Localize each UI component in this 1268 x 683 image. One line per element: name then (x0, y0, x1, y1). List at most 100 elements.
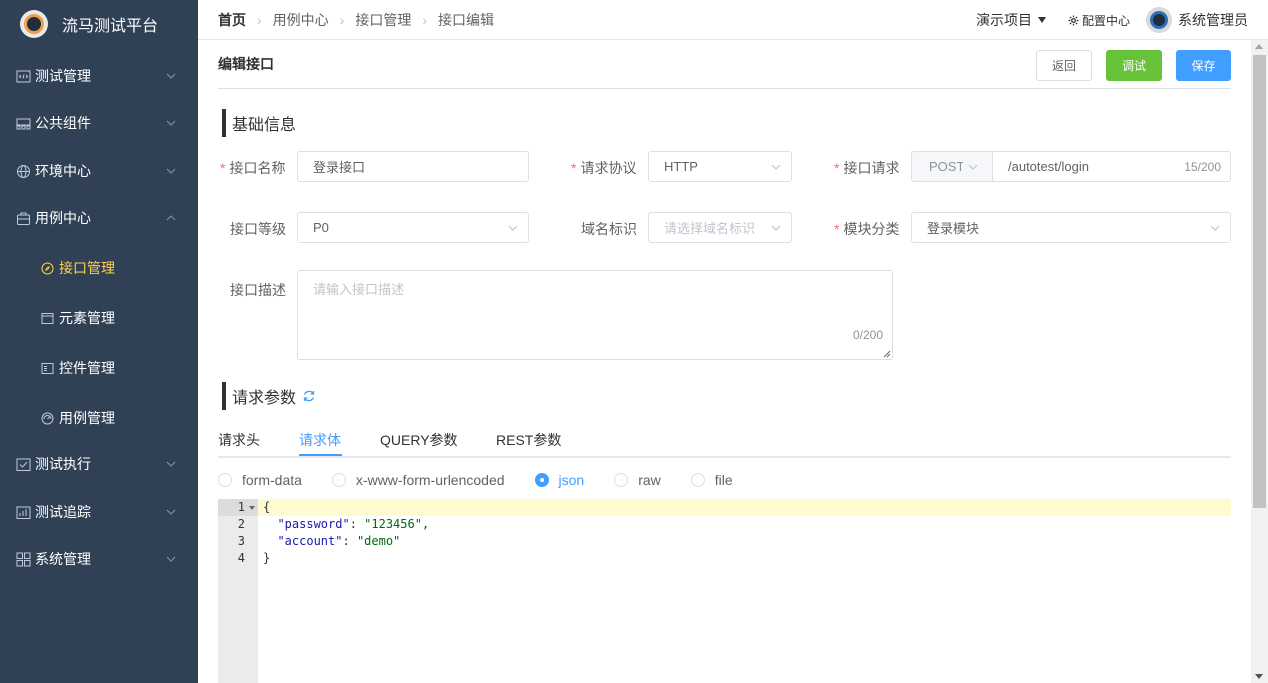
tab-rest[interactable]: REST参数 (496, 430, 561, 450)
editor-line[interactable]: 3 "account": "demo" (218, 533, 1231, 550)
radio-dot (614, 473, 629, 487)
sidebar-item-case-center[interactable]: 用例中心 (0, 194, 198, 242)
sidebar-item-label: 公共组件 (35, 115, 91, 131)
debug-button[interactable]: 调试 (1106, 50, 1162, 81)
protocol-select[interactable]: HTTP (648, 151, 792, 182)
section-request-params: 请求参数 (222, 382, 316, 410)
avatar (1146, 7, 1172, 33)
line-number: 4 (237, 551, 245, 565)
sidebar-item-test-management[interactable]: 测试管理 (0, 52, 198, 100)
sidebar: 流马测试平台 测试管理 公共组件 环境中心 用例中心 接口管理 元素管理 控件管… (0, 0, 198, 683)
save-button[interactable]: 保存 (1176, 50, 1231, 81)
chevron-down-icon (166, 461, 176, 467)
api-request-label: * 接口请求 (834, 160, 900, 176)
globe-icon (16, 164, 31, 179)
chevron-down-icon (166, 168, 176, 174)
tab-headers[interactable]: 请求头 (218, 430, 260, 450)
compass-icon (40, 261, 55, 276)
app-title: 流马测试平台 (62, 18, 159, 35)
resize-handle-icon[interactable] (883, 350, 891, 358)
protocol-label: * 请求协议 (571, 160, 637, 176)
api-level-select[interactable]: P0 (297, 212, 529, 243)
checklist-icon (16, 457, 31, 472)
editor-line[interactable]: 2 "password": "123456", (218, 516, 1231, 533)
radio-urlencoded[interactable]: x-www-form-urlencoded (331, 472, 505, 488)
sidebar-item-label: 测试管理 (35, 68, 91, 84)
chevron-down-icon (771, 164, 781, 170)
sidebar-item-label: 用例中心 (35, 210, 91, 226)
chevron-down-icon (166, 73, 176, 79)
project-dropdown[interactable]: 演示项目 (976, 10, 1046, 30)
project-name: 演示项目 (975, 12, 1032, 28)
radio-dot (218, 473, 232, 487)
api-desc-label: 接口描述 (230, 282, 286, 298)
user-menu[interactable]: 系统管理员 (1146, 7, 1248, 33)
breadcrumb-api-edit: 接口编辑 (438, 11, 495, 28)
domain-select[interactable]: 请选择域名标识 (648, 212, 792, 243)
domain-label: 域名标识 (581, 221, 637, 237)
tab-body[interactable]: 请求体 (299, 430, 341, 450)
editor-line[interactable]: 1 { (218, 499, 1231, 516)
sidebar-item-test-execution[interactable]: 测试执行 (0, 440, 198, 488)
body-type-radios: form-data x-www-form-urlencoded json raw… (218, 470, 763, 490)
page-scrollbar[interactable] (1251, 40, 1268, 683)
radio-file[interactable]: file (690, 472, 733, 488)
window-icon (40, 311, 55, 326)
sidebar-item-system-management[interactable]: 系统管理 (0, 535, 198, 583)
sidebar-item-public-components[interactable]: 公共组件 (0, 99, 198, 147)
scroll-thumb[interactable] (1253, 55, 1266, 508)
breadcrumb-separator-icon: › (257, 11, 262, 28)
chevron-down-icon (1210, 225, 1220, 231)
code-icon (16, 69, 31, 84)
sidebar-item-element-management[interactable]: 元素管理 (0, 293, 198, 343)
tab-query[interactable]: QUERY参数 (380, 430, 458, 450)
path-char-count: 15/200 (1184, 159, 1221, 174)
chevron-down-icon (508, 225, 518, 231)
back-button[interactable]: 返回 (1036, 50, 1092, 81)
sidebar-item-environment[interactable]: 环境中心 (0, 147, 198, 195)
breadcrumb-home[interactable]: 首页 (218, 10, 246, 30)
sidebar-item-control-management[interactable]: 控件管理 (0, 343, 198, 393)
radio-json[interactable]: json (534, 472, 584, 488)
breadcrumb-separator-icon: › (339, 11, 345, 28)
sidebar-item-test-tracking[interactable]: 测试追踪 (0, 488, 198, 536)
module-select[interactable]: 登录模块 (911, 212, 1231, 243)
breadcrumb-case-center[interactable]: 用例中心 (273, 10, 329, 30)
refresh-icon[interactable] (302, 389, 316, 403)
section-title: 请求参数 (232, 390, 297, 407)
api-path-input[interactable]: /autotest/login 15/200 (992, 151, 1231, 182)
sidebar-item-label: 环境中心 (35, 163, 91, 179)
breadcrumb-api-management[interactable]: 接口管理 (355, 10, 411, 30)
fold-arrow-icon[interactable] (249, 506, 255, 510)
breadcrumb: 首页 › 用例中心 › 接口管理 › 接口编辑 (198, 10, 494, 30)
radio-form-data[interactable]: form-data (218, 472, 302, 488)
editor-line[interactable]: 4 } (218, 550, 1231, 567)
page-head: 编辑接口 返回 调试 保存 (218, 40, 1231, 89)
api-name-input[interactable]: 登录接口 (297, 151, 529, 182)
header-right: 演示项目 配置中心 系统管理员 (976, 0, 1248, 40)
chevron-down-icon (166, 120, 176, 126)
sidebar-item-api-management[interactable]: 接口管理 (0, 243, 198, 293)
sidebar-item-label: 元素管理 (59, 310, 115, 326)
radio-raw[interactable]: raw (614, 472, 661, 488)
user-name: 系统管理员 (1178, 12, 1248, 28)
scroll-down-arrow-icon[interactable] (1255, 674, 1263, 679)
component-icon (16, 116, 31, 131)
scroll-up-arrow-icon[interactable] (1255, 44, 1263, 49)
action-buttons: 返回 调试 保存 (1022, 50, 1231, 81)
top-header: 首页 › 用例中心 › 接口管理 › 接口编辑 演示项目 配置中心 系统管理员 (198, 0, 1268, 40)
sidebar-item-label: 测试追踪 (35, 504, 91, 520)
config-center-link[interactable]: 配置中心 (1068, 12, 1130, 29)
breadcrumb-separator-icon: › (422, 11, 428, 28)
json-editor[interactable]: 1 { 2 "password": "123456", 3 "account":… (218, 499, 1231, 683)
api-desc-textarea[interactable]: 请输入接口描述 0/200 (297, 270, 893, 360)
page-title: 编辑接口 (218, 56, 274, 72)
chart-icon (16, 505, 31, 520)
logo[interactable]: 流马测试平台 (0, 0, 198, 48)
chevron-down-icon (166, 509, 176, 515)
sidebar-item-label: 系统管理 (35, 551, 91, 567)
method-select[interactable]: POST (911, 151, 993, 182)
form-icon (40, 361, 55, 376)
section-title: 基础信息 (232, 117, 297, 134)
sidebar-item-case-management[interactable]: 用例管理 (0, 393, 198, 443)
